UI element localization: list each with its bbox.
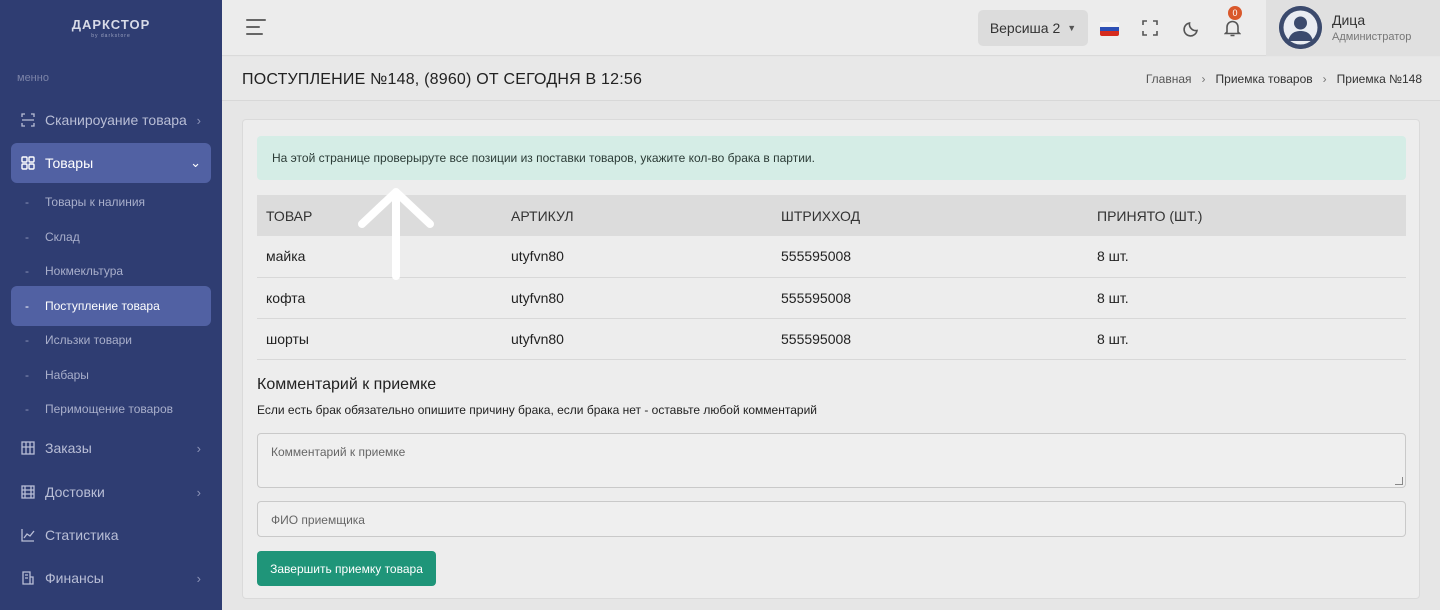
sidebar-item-products[interactable]: Товары ⌄ (11, 143, 211, 183)
complete-receipt-button[interactable]: Завершить приемку товара (257, 551, 436, 586)
sidebar-item-label: Заказы (45, 440, 92, 456)
grid-icon (21, 156, 35, 170)
sidebar-subitem-nomenclature[interactable]: - Нокмекльтура (11, 254, 211, 288)
sidebar-item-label: Товары (45, 155, 94, 171)
sidebar-item-orders[interactable]: Заказы › (11, 428, 211, 468)
receiver-placeholder: ФИО приемщика (271, 513, 365, 527)
cell-product: шорты (266, 330, 309, 347)
annotation-arrow-up-icon (358, 188, 434, 280)
box-icon (21, 441, 35, 455)
topbar: Версиша 2 ▼ 0 Дица Администратор (222, 0, 1440, 56)
truck-icon (21, 485, 35, 499)
table-row: шорты utyfvn80 555595008 8 шт. (257, 318, 1406, 359)
sidebar-subitem-transfer[interactable]: - Перимощение товаров (11, 392, 211, 426)
sidebar-subitem-label: Набары (45, 368, 89, 382)
resize-handle-icon[interactable] (1395, 477, 1403, 485)
version-label: Версиша 2 (989, 20, 1061, 36)
fullscreen-icon[interactable] (1140, 18, 1160, 38)
version-dropdown[interactable]: Версиша 2 ▼ (978, 10, 1088, 46)
chevron-right-icon: › (196, 440, 201, 456)
sidebar-subitem-warehouse[interactable]: - Склад (11, 220, 211, 254)
dash-icon: - (25, 368, 29, 382)
sidebar-item-label: Финансы (45, 570, 104, 586)
page-header: ПОСТУПЛЕНИЕ №148, (8960) ОТ СЕГОДНЯ В 12… (222, 57, 1440, 101)
cell-barcode: 555595008 (781, 330, 852, 347)
sidebar-item-label: Статистика (45, 527, 119, 543)
info-alert: На этой странице проверыруте все позиции… (257, 136, 1406, 180)
sidebar: ДАРКСТОР by darkstore менно Сканироуание… (0, 0, 222, 610)
sidebar-subitem-sets[interactable]: - Набары (11, 358, 211, 392)
user-name: Дица (1332, 12, 1366, 28)
dark-mode-moon-icon[interactable] (1181, 18, 1201, 38)
logo-text: ДАРКСТОР (71, 17, 151, 32)
column-header-accepted: ПРИНЯТО (ШТ.) (1097, 207, 1203, 224)
chevron-right-icon: › (196, 112, 201, 128)
cell-sku: utyfvn80 (511, 289, 564, 306)
dash-icon: - (25, 333, 29, 347)
cell-accepted: 8 шт. (1097, 289, 1129, 306)
bell-icon[interactable] (1222, 18, 1242, 38)
breadcrumb-current: Приемка №148 (1336, 72, 1422, 86)
breadcrumb-receipts[interactable]: Приемка товаров (1216, 72, 1313, 86)
finance-icon (21, 571, 35, 585)
comment-placeholder: Комментарий к приемке (271, 445, 406, 459)
dash-icon: - (25, 402, 29, 416)
avatar (1279, 6, 1322, 49)
dash-icon: - (25, 299, 29, 313)
sidebar-item-statistics[interactable]: Статистика (11, 515, 211, 555)
user-role: Администратор (1332, 31, 1412, 43)
cell-sku: utyfvn80 (511, 330, 564, 347)
sidebar-subitem-label: Поступление товара (45, 299, 160, 313)
sidebar-item-scan[interactable]: Сканироуание товара › (11, 100, 211, 140)
chevron-right-icon: › (1201, 72, 1206, 86)
sidebar-subitem-writeoffs[interactable]: - Исльзки товари (11, 323, 211, 357)
column-header-sku: АРТИКУЛ (511, 207, 574, 224)
sidebar-subitem-label: Исльзки товари (45, 333, 132, 347)
cell-barcode: 555595008 (781, 248, 852, 265)
chevron-down-icon: ⌄ (190, 155, 201, 170)
sidebar-item-deliveries[interactable]: Достовки › (11, 472, 211, 512)
sidebar-item-label: Достовки (45, 484, 105, 500)
notification-badge: 0 (1228, 6, 1242, 20)
sidebar-item-label: Сканироуание товара (45, 112, 187, 128)
page-title: ПОСТУПЛЕНИЕ №148, (8960) ОТ СЕГОДНЯ В 12… (242, 71, 643, 88)
receiver-name-input[interactable]: ФИО приемщика (257, 501, 1406, 537)
scan-icon (21, 113, 35, 127)
comment-textarea[interactable]: Комментарий к приемке (257, 433, 1406, 488)
logo: ДАРКСТОР by darkstore (0, 0, 222, 56)
hamburger-menu-icon[interactable] (246, 19, 266, 35)
breadcrumb: Главная › Приемка товаров › Приемка №148 (1146, 72, 1422, 86)
dash-icon: - (25, 195, 29, 209)
cell-sku: utyfvn80 (511, 248, 564, 265)
sidebar-subitem-receipt[interactable]: - Поступление товара (11, 286, 211, 326)
chevron-right-icon: › (1322, 72, 1327, 86)
breadcrumb-home[interactable]: Главная (1146, 72, 1192, 86)
sidebar-subitem-label: Товары к налиния (45, 195, 146, 209)
logo-subtext: by darkstore (91, 33, 131, 39)
sidebar-item-finance[interactable]: Финансы › (11, 558, 211, 598)
dash-icon: - (25, 264, 29, 278)
sidebar-subitem-label: Нокмекльтура (45, 264, 124, 278)
cell-accepted: 8 шт. (1097, 330, 1129, 347)
sidebar-subitem-label: Перимощение товаров (45, 402, 174, 416)
cell-barcode: 555595008 (781, 289, 852, 306)
russian-flag-icon[interactable] (1100, 22, 1119, 36)
comment-section-note: Если есть брак обязательно опишите причи… (257, 403, 817, 417)
chevron-right-icon: › (196, 484, 201, 500)
chart-icon (21, 528, 35, 542)
user-menu[interactable]: Дица Администратор (1266, 0, 1440, 56)
dash-icon: - (25, 230, 29, 244)
sidebar-subitem-label: Склад (45, 230, 80, 244)
sidebar-subitem-in-stock[interactable]: - Товары к налиния (11, 185, 211, 219)
cell-accepted: 8 шт. (1097, 248, 1129, 265)
chevron-right-icon: › (196, 570, 201, 586)
comment-section-title: Комментарий к приемке (257, 376, 437, 393)
caret-down-icon: ▼ (1067, 23, 1077, 33)
column-header-barcode: ШТРИХХОД (781, 207, 861, 224)
